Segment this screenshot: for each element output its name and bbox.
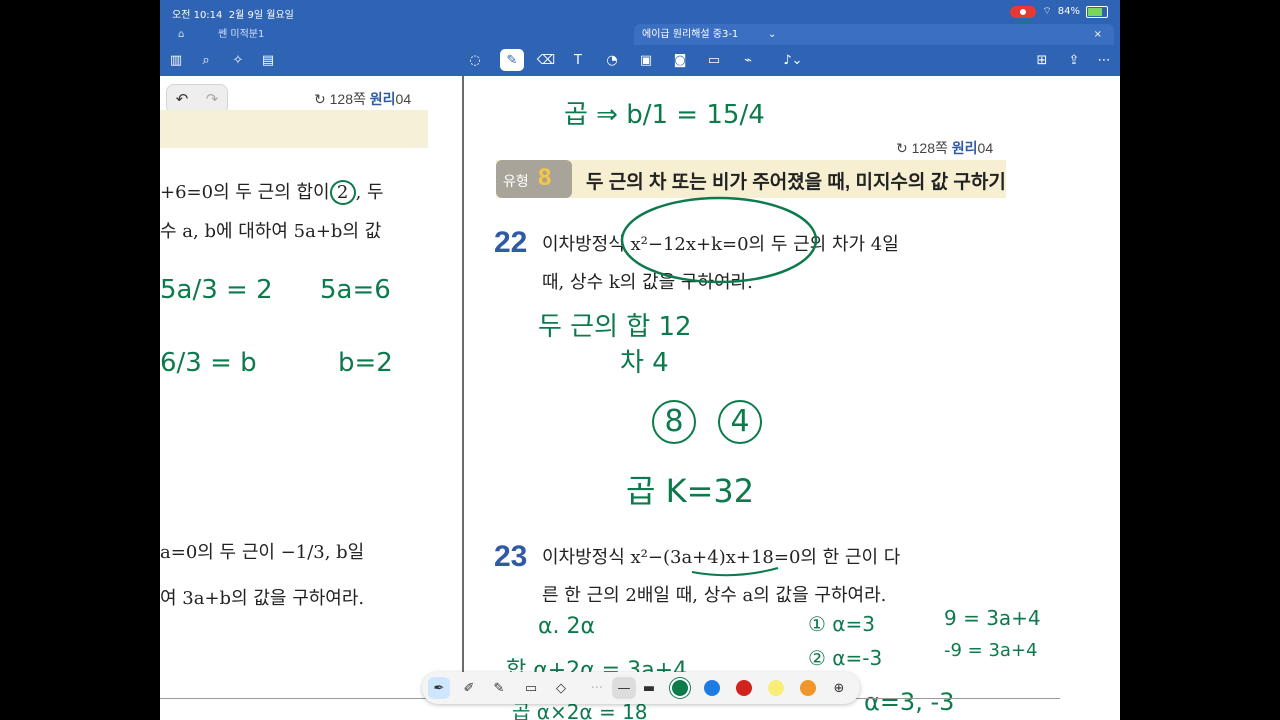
status-bar: 오전 10:14 2월 9일 월요일 ⌔ 84% bbox=[160, 0, 1120, 24]
tab-close-icon[interactable]: × bbox=[1094, 24, 1102, 45]
image-icon[interactable]: ▣ bbox=[634, 49, 658, 71]
type-title: 두 근의 차 또는 비가 주어졌을 때, 미지수의 값 구하기 bbox=[586, 172, 1006, 193]
tab-bar: ⌂ 쎈 미적분1 × 에이급 원리해설 중3-1 ⌄ × bbox=[160, 24, 1120, 45]
problem-22-number: 22 bbox=[494, 226, 528, 259]
handwriting-underline bbox=[691, 567, 779, 577]
fountain-pen-icon[interactable]: ✒ bbox=[428, 677, 450, 699]
tab-label: 쎈 미적분1 bbox=[218, 29, 265, 40]
left-problem-line-2: 수 a, b에 대하여 5a+b의 값 bbox=[160, 221, 382, 242]
handwriting-ellipse bbox=[620, 196, 818, 284]
handwriting-alpha-values: α=3, -3 bbox=[864, 688, 955, 716]
mic-icon[interactable]: ♪⌄ bbox=[776, 49, 810, 71]
color-swatch-red[interactable] bbox=[736, 680, 752, 696]
problem-23-line-2: 른 한 근의 2배일 때, 상수 a의 값을 구하여라. bbox=[542, 585, 887, 606]
status-time: 오전 10:14 2월 9일 월요일 bbox=[172, 10, 294, 21]
handwriting-diff-line: 차 4 bbox=[620, 348, 669, 378]
thick-stroke-icon[interactable]: ▬ bbox=[638, 677, 660, 699]
color-picker-icon[interactable]: ⊕ bbox=[828, 677, 850, 699]
color-swatch-orange[interactable] bbox=[800, 680, 816, 696]
left-problem-line-1: +6=0의 두 근의 합이 2, 두 bbox=[160, 180, 384, 205]
handwriting-rhs-1: 9 = 3a+4 bbox=[944, 606, 1041, 630]
status-right: ⌔ 84% bbox=[1010, 5, 1108, 18]
type-badge: 유형 8 bbox=[496, 160, 572, 198]
handwriting-circled-4: 4 bbox=[718, 400, 762, 444]
handwriting-rhs-2: -9 = 3a+4 bbox=[944, 640, 1038, 661]
handwriting-product-line: 곱 K=32 bbox=[626, 472, 755, 510]
page-divider bbox=[462, 76, 464, 696]
chevron-down-icon[interactable]: ⌄ bbox=[768, 24, 776, 45]
add-page-icon[interactable]: ⊞ bbox=[1030, 49, 1054, 71]
left-problem-line-3: a=0의 두 근이 −1/3, b일 bbox=[160, 542, 365, 563]
tab-label: 에이급 원리해설 중3-1 bbox=[642, 29, 739, 40]
circled-number: 2 bbox=[329, 180, 356, 205]
text-box-icon[interactable]: T bbox=[566, 49, 590, 71]
book-icon[interactable]: ▥ bbox=[164, 49, 188, 71]
sparkle-icon[interactable]: ✧ bbox=[226, 49, 250, 71]
problem-23-number: 23 bbox=[494, 540, 528, 573]
note-icon[interactable]: ▭ bbox=[702, 49, 726, 71]
handwriting-sum-line: 두 근의 합 12 bbox=[538, 312, 692, 342]
handwriting-left-frac1: 5a/3 = 2 bbox=[160, 275, 273, 305]
wifi-icon: ⌔ bbox=[1042, 6, 1052, 17]
ipad-screen: 오전 10:14 2월 9일 월요일 ⌔ 84% ⌂ 쎈 미적분1 × 에이급 … bbox=[160, 0, 1120, 720]
undo-icon[interactable]: ↶ bbox=[176, 90, 189, 108]
brush-pen-icon[interactable]: ✎ bbox=[488, 677, 510, 699]
handwriting-left-eq2: b=2 bbox=[338, 348, 393, 378]
shape-pen-icon[interactable]: ◇ bbox=[550, 677, 572, 699]
document-icon[interactable]: ▤ bbox=[256, 49, 280, 71]
battery-icon bbox=[1086, 5, 1108, 18]
share-icon[interactable]: ⇪ bbox=[1062, 49, 1086, 71]
status-date: 2월 9일 월요일 bbox=[228, 10, 294, 21]
tab-document-1[interactable]: 쎈 미적분1 × bbox=[210, 24, 650, 45]
handwriting-case-2: ② α=-3 bbox=[808, 646, 883, 670]
eraser-icon[interactable]: ⌫ bbox=[534, 49, 558, 71]
highlighter-icon[interactable]: ▭ bbox=[520, 677, 542, 699]
handwriting-case-1: ① α=3 bbox=[808, 612, 875, 636]
left-problem-line-4: 여 3a+b의 값을 구하여라. bbox=[160, 588, 365, 609]
app-toolbar: ▥ ⌕ ✧ ▤ ◌ ✎ ⌫ T ◔ ▣ ◙ ▭ ⌁ ♪⌄ ⊞ ⇪ ⋯ bbox=[160, 45, 1120, 76]
battery-percent: 84% bbox=[1057, 6, 1080, 17]
medium-stroke-icon[interactable]: — bbox=[612, 677, 636, 699]
sticker-icon[interactable]: ◙ bbox=[668, 49, 692, 71]
search-icon[interactable]: ⌕ bbox=[194, 49, 218, 71]
color-swatch-yellow[interactable] bbox=[768, 680, 784, 696]
color-swatch-blue[interactable] bbox=[704, 680, 720, 696]
record-indicator-icon bbox=[1010, 5, 1037, 18]
handwriting-circled-8: 8 bbox=[652, 400, 696, 444]
tab-document-2[interactable]: 에이급 원리해설 중3-1 ⌄ × bbox=[634, 24, 1114, 45]
thin-stroke-icon[interactable]: ··· bbox=[586, 677, 608, 699]
left-page-header-band bbox=[160, 110, 428, 148]
pen-tool-palette: ✒ ✐ ✎ ▭ ◇ ··· — ▬ ⊕ bbox=[422, 672, 860, 704]
lasso-icon[interactable]: ◌ bbox=[463, 49, 487, 71]
color-swatch-green[interactable] bbox=[672, 680, 688, 696]
handwriting-roots-line: α. 2α bbox=[538, 614, 595, 639]
left-page-reference: ↻ 128쪽 원리04 bbox=[314, 91, 412, 107]
redo-icon[interactable]: ↷ bbox=[206, 90, 219, 108]
right-page-reference: ↻ 128쪽 원리04 bbox=[896, 140, 994, 156]
home-icon[interactable]: ⌂ bbox=[178, 24, 184, 45]
handwriting-left-frac2: 6/3 = b bbox=[160, 348, 257, 378]
shape-icon[interactable]: ◔ bbox=[600, 49, 624, 71]
pen-icon[interactable]: ✎ bbox=[500, 49, 524, 71]
link-icon[interactable]: ⌁ bbox=[736, 49, 760, 71]
handwriting-left-eq1: 5a=6 bbox=[320, 275, 391, 305]
ball-pen-icon[interactable]: ✐ bbox=[458, 677, 480, 699]
type-number: 8 bbox=[538, 164, 552, 191]
more-icon[interactable]: ⋯ bbox=[1092, 49, 1116, 71]
handwriting-top-product: 곱 ⇒ b/1 = 15/4 bbox=[564, 100, 765, 130]
type-word: 유형 bbox=[503, 173, 529, 189]
